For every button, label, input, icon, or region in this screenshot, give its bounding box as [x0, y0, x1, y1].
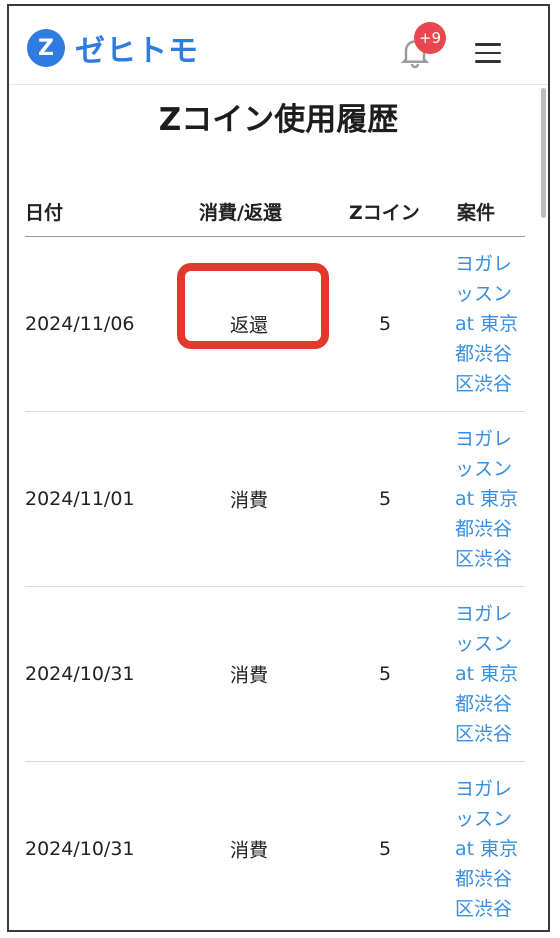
- case-line: 都渋谷: [455, 343, 513, 365]
- case-link[interactable]: ヨガレ ッスン at 東京 都渋谷 区渋谷: [455, 249, 527, 399]
- case-line: ッスン: [455, 283, 513, 305]
- coins-cell: 5: [378, 663, 392, 685]
- date-cell: 2024/10/31: [25, 838, 135, 860]
- case-line: at 東京: [455, 313, 519, 335]
- logo[interactable]: Z ゼヒトモ: [27, 26, 199, 70]
- logo-text: ゼヒトモ: [75, 34, 199, 69]
- header-coins: Zコイン: [349, 202, 420, 224]
- notification-badge: +9: [414, 22, 446, 54]
- coins-cell: 5: [378, 488, 392, 510]
- case-line: 区渋谷: [455, 898, 513, 920]
- app-header: Z ゼヒトモ +9: [9, 6, 548, 85]
- header-date: 日付: [25, 202, 64, 224]
- case-link[interactable]: ヨガレ ッスン at 東京 都渋谷 区渋谷: [455, 424, 527, 574]
- table-row: 2024/10/31 消費 5 ヨガレ ッスン at 東京 都渋谷 区渋谷: [25, 587, 525, 762]
- case-line: ッスン: [455, 808, 513, 830]
- case-line: at 東京: [455, 663, 519, 685]
- case-link[interactable]: ヨガレ ッスン at 東京 都渋谷 区渋谷: [455, 599, 527, 749]
- phone-frame: Z ゼヒトモ +9 Zコイン使用履歴 日付 消費/返還 Zコイン 案件 2024…: [7, 4, 550, 932]
- date-cell: 2024/11/01: [25, 488, 135, 510]
- case-line: at 東京: [455, 838, 519, 860]
- table-header: 日付 消費/返還 Zコイン 案件: [25, 192, 525, 237]
- case-line: ッスン: [455, 458, 513, 480]
- logo-mark-icon: Z: [27, 29, 65, 67]
- case-line: 都渋谷: [455, 868, 513, 890]
- coins-cell: 5: [378, 313, 392, 335]
- case-line: 区渋谷: [455, 548, 513, 570]
- case-line: ヨガレ: [455, 253, 513, 275]
- case-link[interactable]: ヨガレ ッスン at 東京 都渋谷 区渋谷: [455, 774, 527, 924]
- table-row: 2024/10/31 消費 5 ヨガレ ッスン at 東京 都渋谷 区渋谷: [25, 762, 527, 930]
- case-line: ッスン: [455, 633, 513, 655]
- case-line: 区渋谷: [455, 723, 513, 745]
- case-line: 都渋谷: [455, 518, 513, 540]
- page-title: Zコイン使用履歴: [158, 102, 399, 138]
- table-row: 2024/11/01 消費 5 ヨガレ ッスン at 東京 都渋谷 区渋谷: [25, 412, 525, 587]
- case-line: 区渋谷: [455, 373, 513, 395]
- date-cell: 2024/11/06: [25, 313, 135, 335]
- type-cell: 消費: [229, 664, 268, 687]
- table-row: 2024/11/06 返還 5 ヨガレ ッスン at 東京 都渋谷 区渋谷: [25, 237, 525, 412]
- case-line: ヨガレ: [455, 428, 513, 450]
- case-line: 都渋谷: [455, 693, 513, 715]
- case-line: at 東京: [455, 488, 519, 510]
- case-line: ヨガレ: [455, 603, 513, 625]
- case-line: ヨガレ: [455, 778, 513, 800]
- type-cell: 消費: [229, 489, 268, 512]
- coins-cell: 5: [378, 838, 392, 860]
- header-type: 消費/返還: [199, 202, 282, 224]
- header-case: 案件: [457, 202, 496, 224]
- type-cell: 消費: [229, 839, 268, 862]
- type-cell: 返還: [229, 314, 268, 337]
- date-cell: 2024/10/31: [25, 663, 135, 685]
- hamburger-menu-icon[interactable]: [475, 43, 501, 63]
